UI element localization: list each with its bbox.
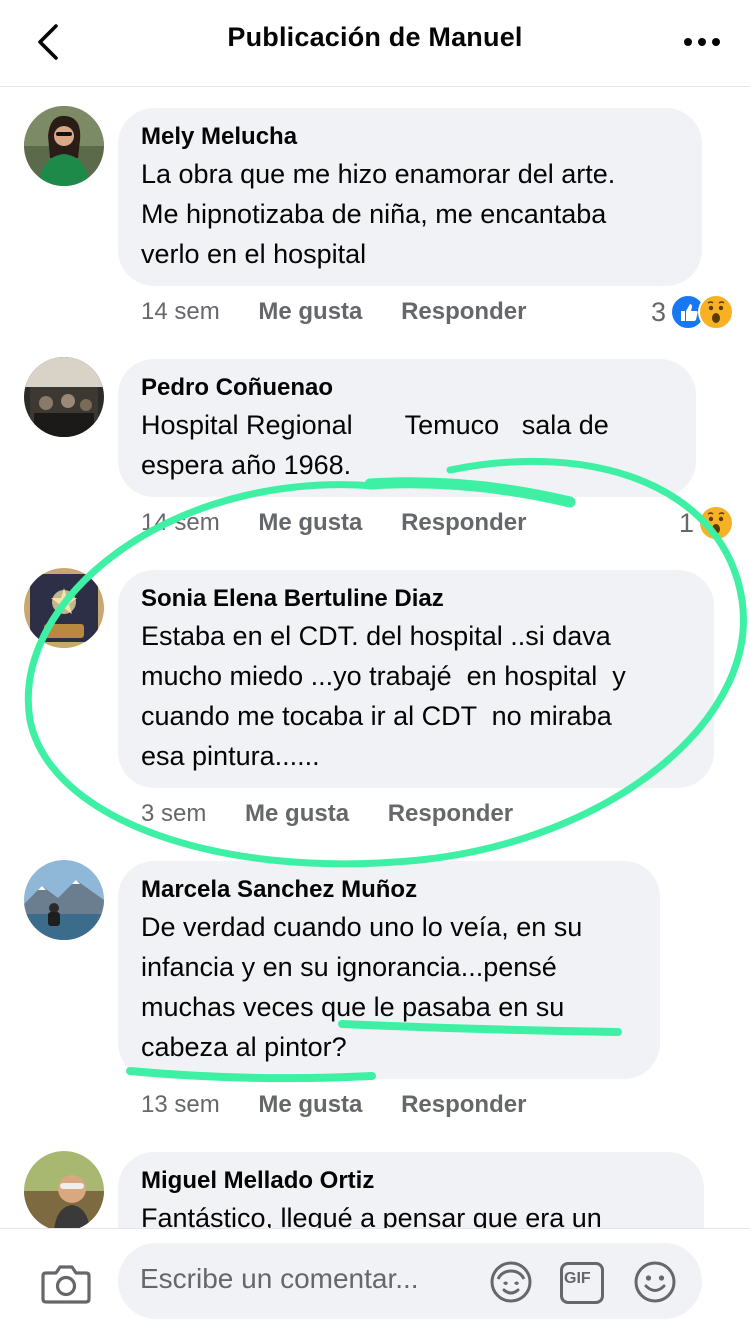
comment-text: La obra que me hizo enamorar del arte. M… bbox=[141, 159, 616, 269]
avatar[interactable] bbox=[24, 1151, 104, 1228]
comment-actions: 3 sem Me gusta Responder bbox=[141, 800, 513, 828]
avatar[interactable] bbox=[24, 106, 104, 186]
comment-input[interactable] bbox=[140, 1263, 470, 1295]
comment-time: 13 sem bbox=[141, 1091, 220, 1118]
comment-text: De verdad cuando uno lo veía, en su infa… bbox=[141, 912, 583, 1062]
gif-button[interactable]: GIF bbox=[558, 1259, 604, 1305]
comment-bubble[interactable]: Mely Melucha La obra que me hizo enamora… bbox=[118, 108, 702, 286]
like-button[interactable]: Me gusta bbox=[258, 298, 362, 326]
comment-bubble[interactable]: Sonia Elena Bertuline Diaz Estaba en el … bbox=[118, 570, 714, 788]
reaction-summary[interactable]: 3 bbox=[651, 294, 734, 330]
like-button[interactable]: Me gusta bbox=[258, 509, 362, 537]
reply-button[interactable]: Responder bbox=[401, 298, 526, 326]
top-bar: Publicación de Manuel bbox=[0, 0, 750, 87]
comment-time: 14 sem bbox=[141, 298, 220, 325]
comment-author[interactable]: Miguel Mellado Ortiz bbox=[141, 1166, 680, 1196]
comment-bubble[interactable]: Miguel Mellado Ortiz Fantástico, llegué … bbox=[118, 1152, 704, 1228]
like-button[interactable]: Me gusta bbox=[258, 1091, 362, 1119]
comment-actions: 13 sem Me gusta Responder bbox=[141, 1091, 526, 1119]
comment-author[interactable]: Sonia Elena Bertuline Diaz bbox=[141, 584, 690, 614]
gif-label: GIF bbox=[564, 1270, 591, 1287]
wow-reaction-icon bbox=[698, 505, 734, 541]
comment-author[interactable]: Mely Melucha bbox=[141, 122, 678, 152]
avatar[interactable] bbox=[24, 357, 104, 437]
comment-bubble[interactable]: Marcela Sanchez Muñoz De verdad cuando u… bbox=[118, 861, 660, 1079]
wow-reaction-icon bbox=[698, 294, 734, 330]
avatar[interactable] bbox=[24, 568, 104, 648]
reply-button[interactable]: Responder bbox=[401, 509, 526, 537]
avatar[interactable] bbox=[24, 860, 104, 940]
comment-input-container[interactable]: GIF bbox=[118, 1243, 702, 1319]
reply-button[interactable]: Responder bbox=[401, 1091, 526, 1119]
comment-author[interactable]: Pedro Coñuenao bbox=[141, 373, 672, 403]
more-horizontal-icon[interactable] bbox=[680, 20, 724, 64]
comment-text: Fantástico, llegué a pensar que era un bbox=[141, 1203, 602, 1228]
comment-list[interactable]: Mely Melucha La obra que me hizo enamora… bbox=[0, 86, 750, 1228]
like-button[interactable]: Me gusta bbox=[245, 800, 349, 828]
reaction-count: 3 bbox=[650, 296, 666, 327]
comment-text: Hospital Regional Temuco sala de espera … bbox=[141, 410, 609, 480]
avatar-sticker-icon[interactable] bbox=[488, 1259, 534, 1305]
comment-text: Estaba en el CDT. del hospital ..si dava… bbox=[141, 621, 626, 771]
comment-time: 3 sem bbox=[141, 800, 207, 827]
reaction-summary[interactable]: 1 bbox=[679, 505, 734, 541]
comment-bubble[interactable]: Pedro Coñuenao Hospital Regional Temuco … bbox=[118, 359, 696, 497]
comment-actions: 14 sem Me gusta Responder bbox=[141, 298, 526, 326]
comment-author[interactable]: Marcela Sanchez Muñoz bbox=[141, 875, 636, 905]
smiley-icon[interactable] bbox=[632, 1259, 678, 1305]
comment-composer: GIF bbox=[0, 1228, 750, 1335]
comment-actions: 14 sem Me gusta Responder bbox=[141, 509, 526, 537]
reply-button[interactable]: Responder bbox=[388, 800, 513, 828]
reaction-count: 1 bbox=[678, 507, 694, 538]
comment-time: 14 sem bbox=[141, 509, 220, 536]
camera-icon[interactable] bbox=[40, 1261, 92, 1305]
page-title: Publicación de Manuel bbox=[227, 22, 523, 52]
